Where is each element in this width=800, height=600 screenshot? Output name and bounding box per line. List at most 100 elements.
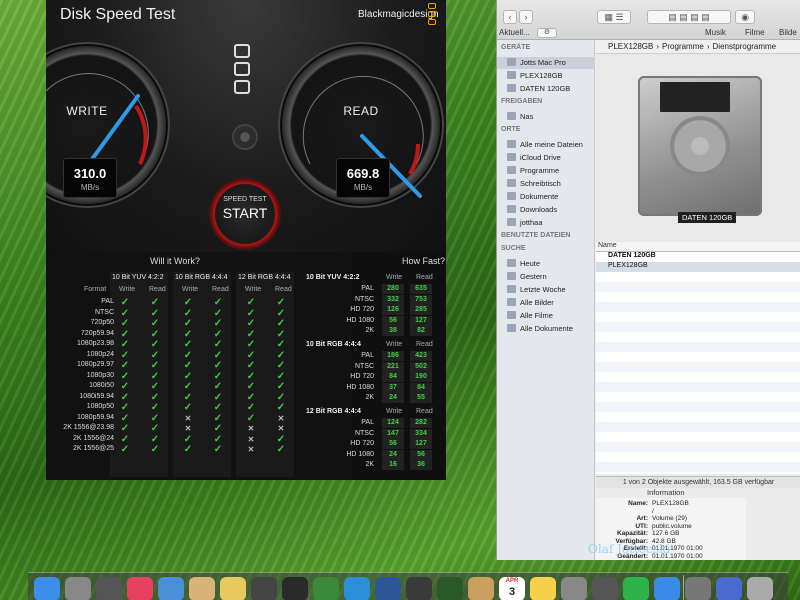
- sidebar-item-search[interactable]: Heute: [507, 258, 540, 270]
- notes-icon[interactable]: [220, 577, 246, 600]
- tab-movies[interactable]: Filme: [745, 28, 765, 37]
- speed-group-header: 10 Bit RGB 4:4:4: [306, 341, 361, 348]
- write-speed-value: 37: [389, 383, 397, 391]
- facetime-icon[interactable]: [623, 577, 649, 600]
- sidebar-section-search: SUCHE: [501, 245, 526, 252]
- settings-gear-icon[interactable]: [232, 124, 258, 150]
- speed-row-label: 2K: [365, 461, 374, 469]
- read-readout: 669.8 MB/s: [336, 158, 390, 198]
- write-label: WRITE: [66, 104, 108, 118]
- chrome-icon[interactable]: [313, 577, 339, 600]
- check-icon: ✓: [120, 318, 130, 329]
- sidebar-item-place[interactable]: Schreibtisch: [507, 178, 561, 190]
- sidebar-item-search[interactable]: Alle Dokumente: [507, 323, 573, 335]
- path-segment[interactable]: Dienstprogramme: [713, 42, 777, 51]
- start-button[interactable]: SPEED TEST START: [209, 178, 281, 250]
- app-icon[interactable]: [716, 577, 742, 600]
- path-segment[interactable]: Programme: [662, 42, 704, 51]
- path-segment[interactable]: PLEX128GB: [608, 42, 653, 51]
- app-icon[interactable]: [251, 577, 277, 600]
- sidebar-item-shared[interactable]: Nas: [507, 111, 533, 123]
- sidebar-item-search-icon: [507, 324, 516, 332]
- forward-button[interactable]: ›: [519, 10, 533, 24]
- app-icon[interactable]: [468, 577, 494, 600]
- calendar-icon[interactable]: APR 3: [499, 577, 525, 600]
- sidebar-item-device[interactable]: Jotts Mac Pro: [497, 57, 595, 69]
- codec-header: 10 Bit YUV 4:2:2: [112, 274, 164, 281]
- sidebar-item-device[interactable]: PLEX128GB: [507, 70, 563, 82]
- check-icon: ✓: [276, 444, 286, 455]
- photo-icon[interactable]: [189, 577, 215, 600]
- sidebar-item-shared-icon: [507, 112, 516, 120]
- back-button[interactable]: ‹: [503, 10, 517, 24]
- sidebar-item-device[interactable]: DATEN 120GB: [507, 83, 570, 95]
- sidebar-item-search[interactable]: Alle Filme: [507, 310, 553, 322]
- mail-icon[interactable]: [158, 577, 184, 600]
- check-icon: ✓: [213, 391, 223, 403]
- tab-recent[interactable]: Aktuell...: [499, 28, 530, 37]
- fast-title: How Fast?: [402, 256, 446, 266]
- app-icon[interactable]: [592, 577, 618, 600]
- info-tab[interactable]: Information: [647, 488, 685, 497]
- gear-icon[interactable]: ⚙: [537, 28, 557, 38]
- skype-icon[interactable]: [344, 577, 370, 600]
- write-speed-value: 24: [389, 450, 397, 458]
- info-row: Art: Volume (29): [598, 515, 687, 522]
- launchpad-icon[interactable]: [96, 577, 122, 600]
- check-icon: ✓: [213, 412, 223, 424]
- write-gauge: WRITE 310.0 MB/s: [46, 46, 166, 204]
- write-column-header: Write: [386, 408, 403, 415]
- speed-row-label: NTSC: [354, 362, 374, 370]
- sidebar-item-search-icon: [507, 285, 516, 293]
- speed-row-label: 2K: [365, 394, 374, 402]
- app-store-icon[interactable]: [654, 577, 680, 600]
- list-item[interactable]: DATEN 120GB: [596, 252, 800, 262]
- sidebar-item-device-icon: [507, 58, 516, 66]
- sidebar-item-place[interactable]: Downloads: [507, 204, 557, 216]
- info-value: Volume (29): [652, 515, 688, 522]
- check-icon: ✓: [276, 433, 286, 445]
- finder-icon[interactable]: [34, 577, 60, 600]
- sidebar-item-place[interactable]: iCloud Drive: [507, 152, 561, 164]
- read-label: READ: [343, 104, 379, 118]
- speed-row-label: HD 1080: [346, 316, 374, 324]
- tab-pictures[interactable]: Bilde: [779, 28, 797, 37]
- check-icon: ✓: [213, 360, 223, 371]
- info-key: Name:: [628, 500, 648, 507]
- write-speed-value: 332: [387, 295, 399, 303]
- app-icon[interactable]: [437, 577, 463, 600]
- sidebar-item-search[interactable]: Letzte Woche: [507, 284, 566, 296]
- word-icon[interactable]: [375, 577, 401, 600]
- dock: APR 3: [28, 572, 788, 600]
- app-icon[interactable]: [406, 577, 432, 600]
- trash-icon[interactable]: [747, 577, 773, 600]
- tab-music[interactable]: Musik: [705, 28, 726, 37]
- eye-icon[interactable]: ◉: [735, 10, 755, 24]
- notes-icon[interactable]: [530, 577, 556, 600]
- sidebar-item-place[interactable]: jotthaa: [507, 217, 543, 229]
- write-speed-value: 147: [387, 429, 399, 437]
- sidebar-item-place[interactable]: Programme: [507, 165, 559, 177]
- check-icon: ✓: [213, 381, 223, 392]
- mode-selector[interactable]: [234, 44, 250, 94]
- app-icon[interactable]: [561, 577, 587, 600]
- sidebar-item-search[interactable]: Alle Bilder: [507, 297, 554, 309]
- view-mode-buttons[interactable]: ▤ ▤ ▤ ▤: [647, 10, 731, 24]
- sidebar-item-shared-label: Nas: [520, 112, 534, 121]
- list-header[interactable]: Name: [596, 242, 800, 252]
- write-column-header: Write: [386, 274, 403, 281]
- sidebar-item-place[interactable]: Alle meine Dateien: [507, 139, 583, 151]
- view-icon-button[interactable]: ▦ ☰: [597, 10, 631, 24]
- app-icon[interactable]: [282, 577, 308, 600]
- system-prefs-icon[interactable]: [65, 577, 91, 600]
- sidebar-item-place[interactable]: Dokumente: [507, 191, 558, 203]
- check-icon: ✓: [150, 423, 160, 434]
- itunes-icon[interactable]: [127, 577, 153, 600]
- app-icon[interactable]: [685, 577, 711, 600]
- list-item[interactable]: PLEX128GB: [596, 262, 800, 272]
- check-icon: ✓: [246, 297, 256, 308]
- info-row: UTI: public.volume: [598, 523, 691, 530]
- sidebar-item-place-icon: [507, 166, 516, 174]
- sidebar-item-search[interactable]: Gestern: [507, 271, 547, 283]
- calendar-month: APR: [505, 578, 519, 584]
